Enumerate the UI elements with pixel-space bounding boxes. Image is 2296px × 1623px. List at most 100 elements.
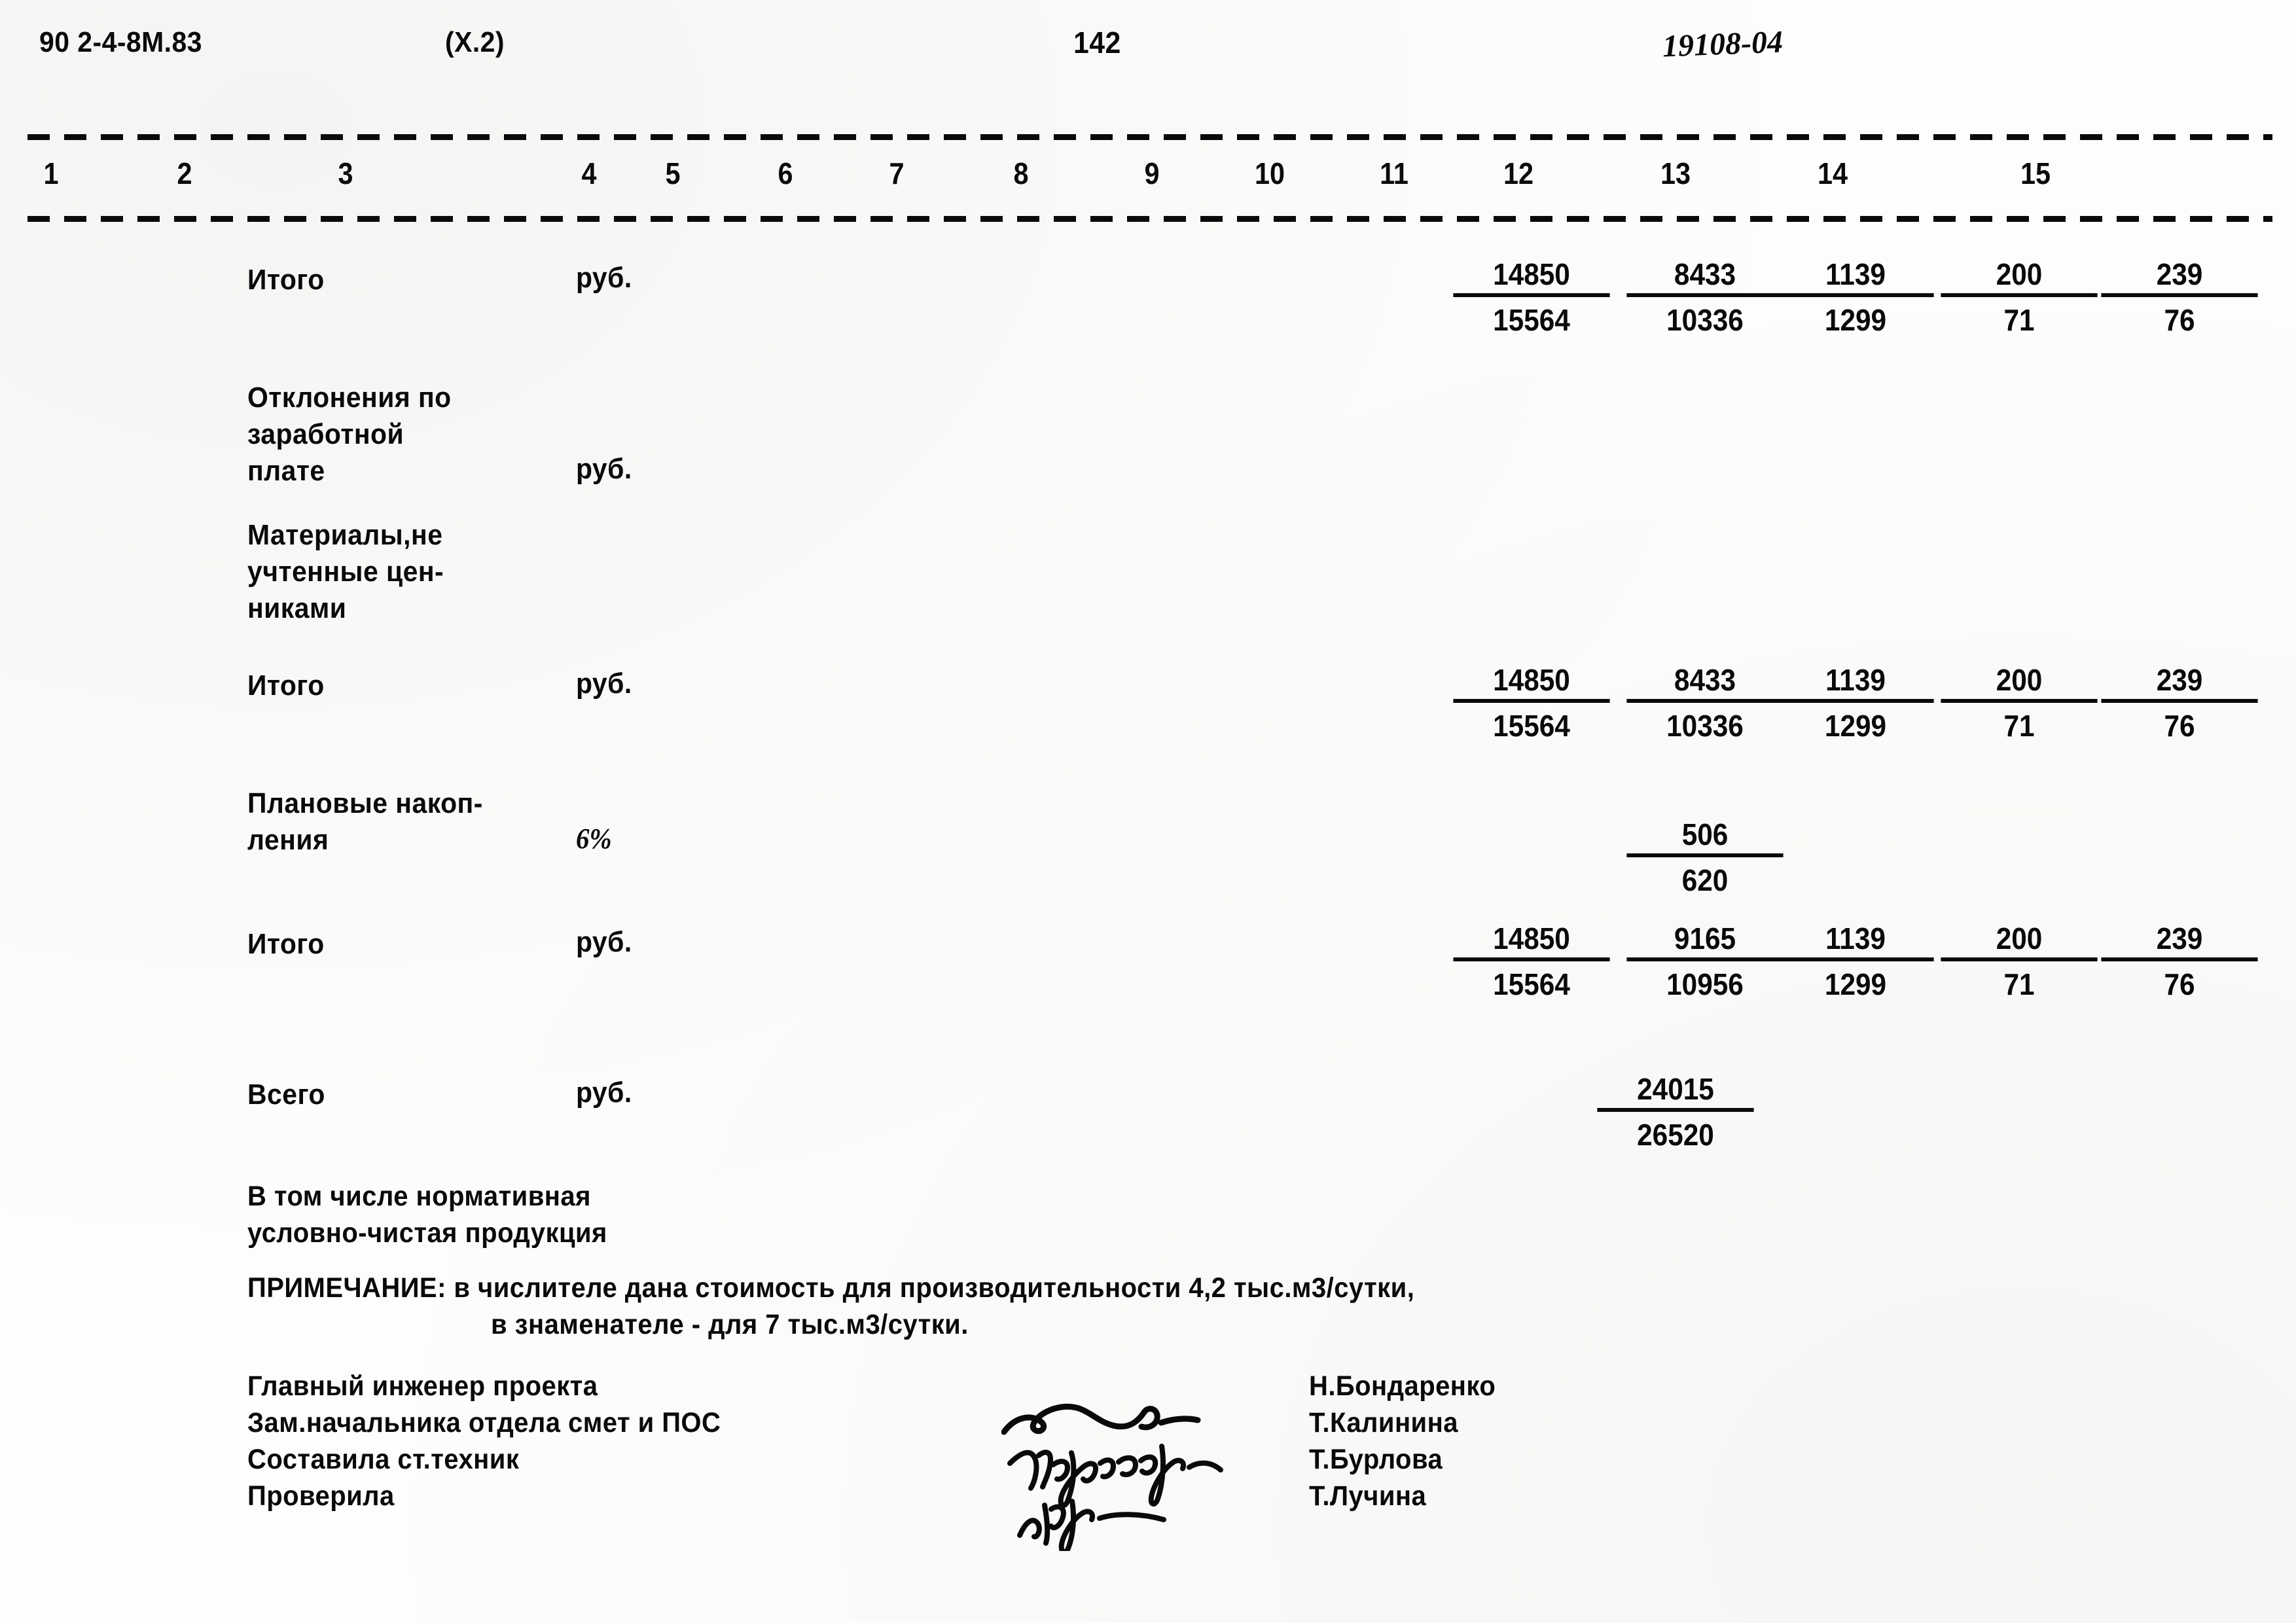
signature-role: Зам.начальника отдела смет и ПОС <box>247 1407 721 1438</box>
row-label: Материалы,не учтенные цен- никами <box>247 519 444 624</box>
value-denominator: 71 <box>2003 303 2035 337</box>
value-denominator: 15564 <box>1493 967 1570 1001</box>
table-top-dashed-rule <box>27 134 2272 140</box>
value-denominator: 76 <box>2164 967 2195 1001</box>
document-section-label: (X.2) <box>445 26 505 58</box>
value-numerator: 9165 <box>1626 921 1784 961</box>
value-denominator: 1299 <box>1824 303 1887 337</box>
value-cell-col-16: 239 76 <box>2094 921 2265 1002</box>
row-unit: руб. <box>576 453 632 485</box>
column-number-6: 6 <box>778 156 793 190</box>
column-number-14: 14 <box>1817 156 1848 190</box>
value-denominator: 71 <box>2003 967 2035 1001</box>
row-label: Итого <box>247 264 325 296</box>
nchp-line-1: В том числе нормативная <box>247 1181 591 1212</box>
row-label: Итого <box>247 669 325 702</box>
value-cell-col-13: 506 620 <box>1620 817 1790 898</box>
value-numerator: 1139 <box>1777 257 1934 297</box>
column-number-13: 13 <box>1660 156 1691 190</box>
value-cell-col-14: 1139 1299 <box>1770 662 1941 743</box>
value-denominator: 1299 <box>1824 709 1887 743</box>
row-label: Отклонения по заработной плате <box>247 382 452 487</box>
value-numerator: 8433 <box>1626 257 1784 297</box>
column-number-10: 10 <box>1254 156 1285 190</box>
value-numerator: 1139 <box>1777 921 1934 961</box>
column-number-15: 15 <box>2020 156 2051 190</box>
value-cell-col-12: 14850 15564 <box>1446 921 1617 1002</box>
row-label: Итого <box>247 928 325 960</box>
value-cell-col-13: 8433 10336 <box>1620 257 1790 338</box>
column-number-2: 2 <box>177 156 192 190</box>
value-numerator: 8433 <box>1626 662 1784 703</box>
value-cell-col-15: 200 71 <box>1934 662 2104 743</box>
value-cell-col-15: 200 71 <box>1934 257 2104 338</box>
value-numerator: 200 <box>1941 257 2098 297</box>
note-line-1: ПРИМЕЧАНИЕ: в числителе дана стоимость д… <box>247 1272 1415 1304</box>
column-number-5: 5 <box>665 156 681 190</box>
value-cell-col-13: 9165 10956 <box>1620 921 1790 1002</box>
value-numerator: 239 <box>2101 257 2258 297</box>
column-number-3: 3 <box>338 156 353 190</box>
column-number-4: 4 <box>581 156 597 190</box>
value-cell-col-12: 14850 15564 <box>1446 257 1617 338</box>
document-code: 90 2-4-8М.83 <box>39 26 202 58</box>
signature-name: Т.Лучина <box>1309 1480 1427 1512</box>
signature-mark-3 <box>1016 1486 1212 1551</box>
signature-name: Т.Калинина <box>1309 1407 1458 1438</box>
value-numerator: 14850 <box>1453 921 1610 961</box>
value-numerator: 239 <box>2101 921 2258 961</box>
value-denominator: 15564 <box>1493 303 1570 337</box>
table-bottom-dashed-rule <box>27 216 2272 222</box>
value-denominator: 15564 <box>1493 709 1570 743</box>
column-number-12: 12 <box>1503 156 1534 190</box>
handwritten-archive-mark: 19108-04 <box>1662 24 1784 64</box>
value-denominator: 71 <box>2003 709 2035 743</box>
value-cell-col-16: 239 76 <box>2094 662 2265 743</box>
value-numerator: 1139 <box>1777 662 1934 703</box>
column-number-8: 8 <box>1013 156 1029 190</box>
value-denominator: 26520 <box>1637 1118 1714 1152</box>
note-line-2: в знаменателе - для 7 тыс.м3/сутки. <box>491 1309 969 1340</box>
row-unit: руб. <box>576 668 632 700</box>
value-numerator: 239 <box>2101 662 2258 703</box>
value-cell-col-16: 239 76 <box>2094 257 2265 338</box>
value-cell-col-0: 24015 26520 <box>1590 1071 1761 1152</box>
column-number-11: 11 <box>1380 156 1408 190</box>
value-numerator: 24015 <box>1597 1071 1754 1112</box>
signature-role: Проверила <box>247 1480 395 1512</box>
value-denominator: 620 <box>1681 863 1729 897</box>
column-number-7: 7 <box>889 156 905 190</box>
signature-role: Составила ст.техник <box>247 1444 520 1475</box>
value-numerator: 14850 <box>1453 662 1610 703</box>
row-unit: руб. <box>576 262 632 294</box>
signature-name: Т.Бурлова <box>1309 1444 1443 1475</box>
column-number-header-row: 1 2 3 4 5 6 7 8 9 10 11 12 13 14 15 <box>0 156 2296 195</box>
value-cell-col-14: 1139 1299 <box>1770 921 1941 1002</box>
row-unit: руб. <box>576 926 632 958</box>
page-number: 142 <box>1073 26 1121 60</box>
row-label: Всего <box>247 1079 325 1111</box>
row-label: Плановые накоп- ления <box>247 787 483 856</box>
value-numerator: 14850 <box>1453 257 1610 297</box>
value-denominator: 10336 <box>1666 709 1744 743</box>
value-cell-col-13: 8433 10336 <box>1620 662 1790 743</box>
value-denominator: 1299 <box>1824 967 1887 1001</box>
scanned-document-page: 90 2-4-8М.83 (X.2) 142 19108-04 12345678… <box>0 0 2296 1623</box>
row-unit: руб. <box>576 1077 632 1109</box>
value-cell-col-12: 14850 15564 <box>1446 662 1617 743</box>
value-numerator: 506 <box>1626 817 1784 857</box>
column-number-9: 9 <box>1144 156 1160 190</box>
value-numerator: 200 <box>1941 921 2098 961</box>
signature-role: Главный инженер проекта <box>247 1370 598 1402</box>
nchp-line-2: условно-чистая продукция <box>247 1217 607 1249</box>
value-denominator: 10956 <box>1666 967 1744 1001</box>
column-number-1: 1 <box>43 156 59 190</box>
row-unit: 6% <box>576 823 612 855</box>
value-cell-col-14: 1139 1299 <box>1770 257 1941 338</box>
value-cell-col-15: 200 71 <box>1934 921 2104 1002</box>
value-denominator: 76 <box>2164 709 2195 743</box>
value-denominator: 10336 <box>1666 303 1744 337</box>
value-numerator: 200 <box>1941 662 2098 703</box>
value-denominator: 76 <box>2164 303 2195 337</box>
signature-name: Н.Бондаренко <box>1309 1370 1496 1402</box>
